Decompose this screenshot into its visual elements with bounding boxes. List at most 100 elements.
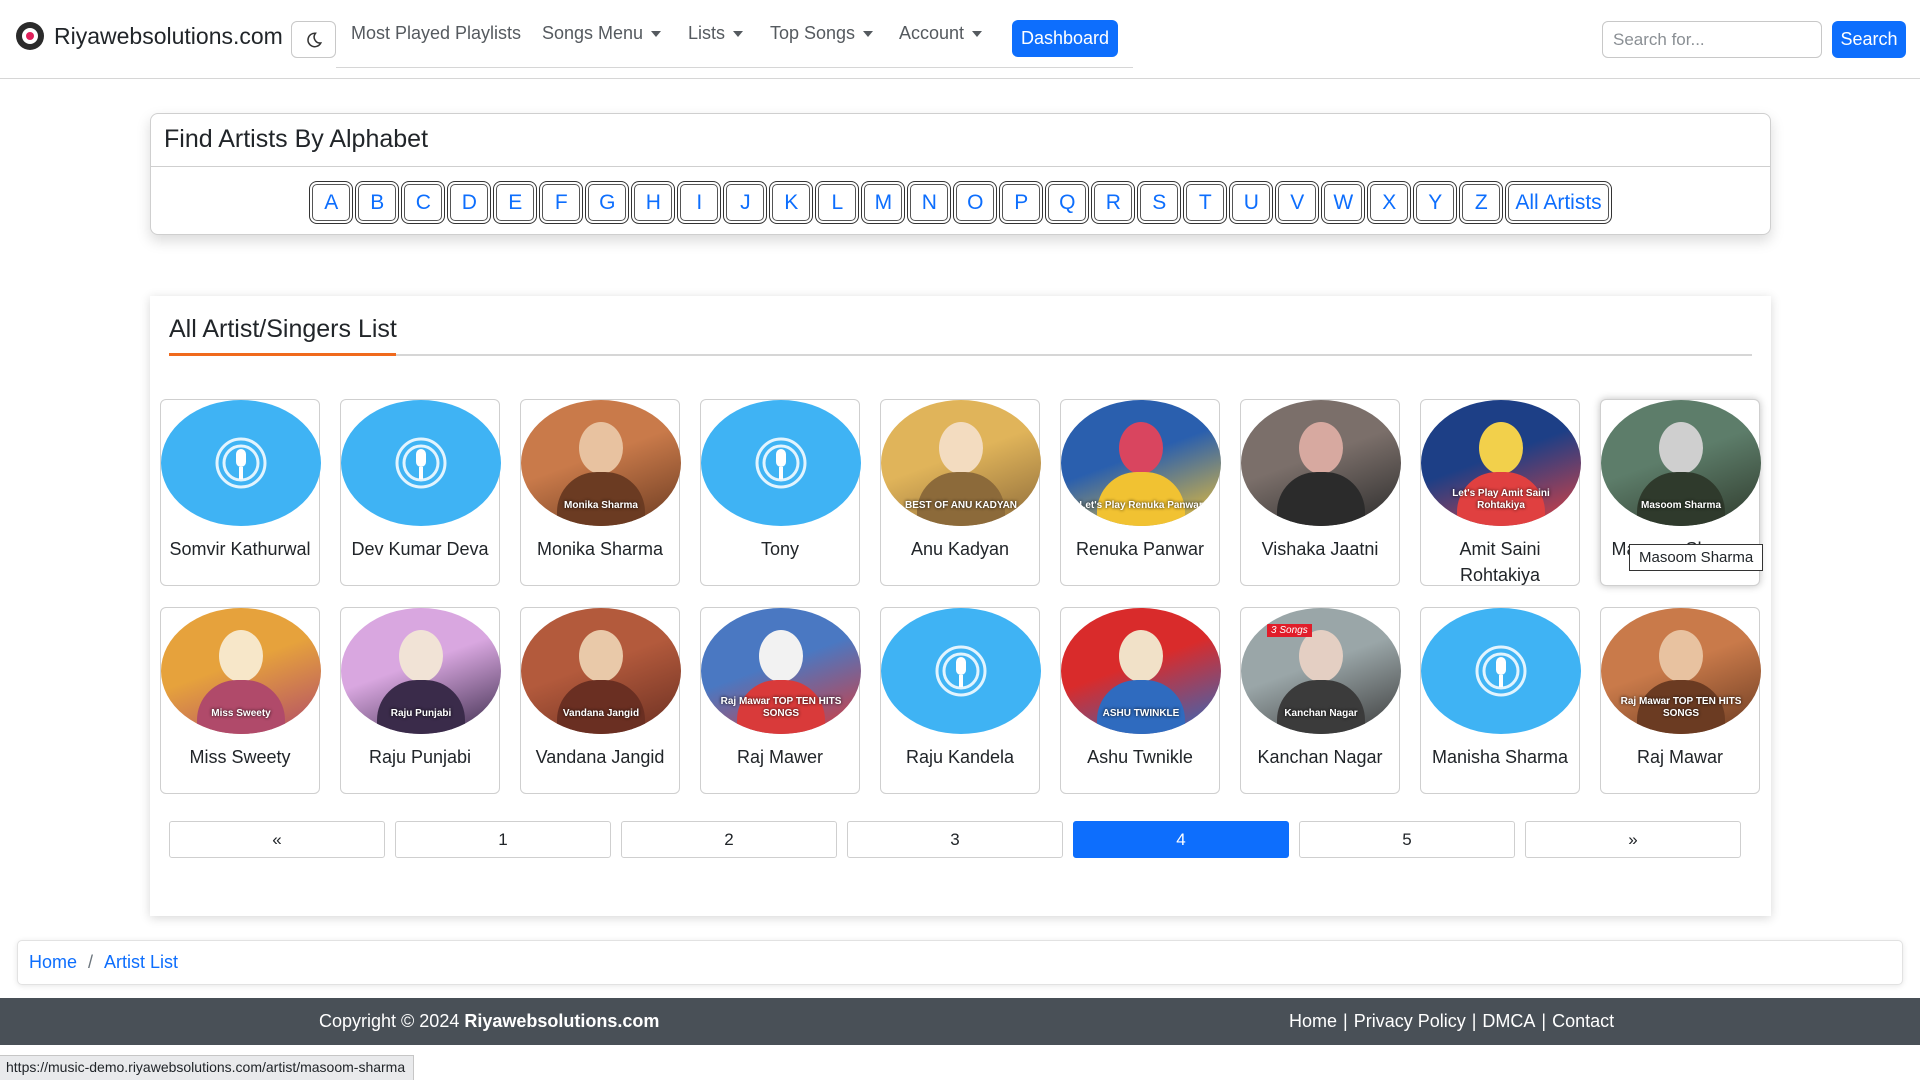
artist-card[interactable]: Miss Sweety Miss Sweety	[160, 607, 321, 794]
footer-link-home[interactable]: Home	[1289, 1011, 1337, 1032]
artist-photo: Vandana Jangid	[521, 608, 681, 734]
artist-photo: BEST OF ANU KADYAN	[881, 400, 1041, 526]
letter-button-d[interactable]: D	[450, 184, 489, 221]
page-4-button[interactable]: 4	[1073, 821, 1289, 858]
artist-card[interactable]: ASHU TWINKLE Ashu Twnikle	[1060, 607, 1221, 794]
podcast-mic-icon	[1421, 608, 1581, 734]
nav-most-played-playlists[interactable]: Most Played Playlists	[351, 23, 521, 44]
footer-separator: |	[1471, 1011, 1477, 1031]
copyright-prefix: Copyright © 2024	[319, 1011, 460, 1031]
letter-button-n[interactable]: N	[910, 184, 949, 221]
letter-button-u[interactable]: U	[1232, 184, 1271, 221]
artist-photo-caption: Kanchan Nagar	[1284, 708, 1358, 719]
page-previous-button[interactable]: «	[169, 821, 385, 858]
letter-button-g[interactable]: G	[588, 184, 627, 221]
search-button[interactable]: Search	[1832, 21, 1906, 58]
breadcrumb-home[interactable]: Home	[29, 952, 77, 973]
artist-card[interactable]: Monika Sharma Monika Sharma	[520, 399, 681, 586]
artist-card[interactable]: Masoom SharmaMasoom SharmaMasoom Sharma	[1600, 399, 1764, 586]
artist-photo-caption: ASHU TWINKLE	[1102, 708, 1180, 719]
artist-name: Raju Punjabi	[368, 747, 472, 767]
page-2-button[interactable]: 2	[621, 821, 837, 858]
nav-lists[interactable]: Lists	[688, 23, 744, 44]
letter-button-e[interactable]: E	[496, 184, 535, 221]
theme-toggle-button[interactable]	[291, 21, 336, 58]
caret-down-icon	[651, 30, 662, 37]
all-artists-button[interactable]: All Artists	[1508, 184, 1609, 221]
letter-button-j[interactable]: J	[726, 184, 765, 221]
nav-top-songs[interactable]: Top Songs	[770, 23, 874, 44]
letter-button-l[interactable]: L	[818, 184, 857, 221]
letter-button-k[interactable]: K	[772, 184, 811, 221]
artist-card[interactable]: Dev Kumar Deva	[340, 399, 501, 586]
page-next-button[interactable]: »	[1525, 821, 1741, 858]
nav-label: Songs Menu	[542, 23, 644, 43]
podcast-mic-icon	[341, 400, 501, 526]
letter-button-f[interactable]: F	[542, 184, 581, 221]
artist-photo: Miss Sweety	[161, 608, 321, 734]
footer-separator: |	[1541, 1011, 1547, 1031]
letter-button-q[interactable]: Q	[1048, 184, 1087, 221]
artist-card[interactable]: Let's Play Amit Saini Rohtakiya Amit Sain…	[1420, 399, 1581, 586]
artist-list-title: All Artist/Singers List	[169, 315, 397, 343]
artist-card[interactable]: Somvir Kathurwal	[160, 399, 321, 586]
letter-button-w[interactable]: W	[1324, 184, 1363, 221]
nav-label: Lists	[688, 23, 726, 43]
artist-card[interactable]: Kanchan Nagar 3 Songs Kanchan Nagar	[1240, 607, 1401, 794]
letter-button-a[interactable]: A	[312, 184, 351, 221]
artist-card[interactable]: Raju Punjabi Raju Punjabi	[340, 607, 501, 794]
artist-name: Dev Kumar Deva	[351, 539, 489, 559]
letter-button-y[interactable]: Y	[1416, 184, 1455, 221]
artist-card[interactable]: Let's Play Renuka Panwar Renuka Panwar	[1060, 399, 1221, 586]
letter-button-h[interactable]: H	[634, 184, 673, 221]
podcast-mic-icon	[881, 608, 1041, 734]
search-input[interactable]	[1602, 21, 1822, 58]
brand-link[interactable]: Riyawebsolutions.com	[16, 22, 283, 50]
letter-button-z[interactable]: Z	[1462, 184, 1501, 221]
page-1-button[interactable]: 1	[395, 821, 611, 858]
artist-photo: Monika Sharma	[521, 400, 681, 526]
artist-card[interactable]: BEST OF ANU KADYAN Anu Kadyan	[880, 399, 1041, 586]
artist-card[interactable]: Tony	[700, 399, 861, 586]
artist-photo: Raj Mawar TOP TEN HITS SONGS	[1601, 608, 1761, 734]
letter-button-b[interactable]: B	[358, 184, 397, 221]
dashboard-button[interactable]: Dashboard	[1012, 20, 1118, 57]
artist-photo: Kanchan Nagar 3 Songs	[1241, 608, 1401, 734]
letter-button-p[interactable]: P	[1002, 184, 1041, 221]
artist-card[interactable]: Raj Mawar TOP TEN HITS SONGS Raj Mawer	[700, 607, 861, 794]
letter-button-v[interactable]: V	[1278, 184, 1317, 221]
artist-card[interactable]: Raju Kandela	[880, 607, 1041, 794]
footer-links: Home | Privacy Policy | DMCA | Contact	[1289, 1011, 1614, 1032]
artist-card[interactable]: Vandana Jangid Vandana Jangid	[520, 607, 681, 794]
top-navbar: Riyawebsolutions.com Most Played Playlis…	[0, 0, 1920, 79]
letter-button-o[interactable]: O	[956, 184, 995, 221]
artist-photo: Raju Punjabi	[341, 608, 501, 734]
artist-card[interactable]: Raj Mawar TOP TEN HITS SONGS Raj Mawar	[1600, 607, 1761, 794]
breadcrumb-artist-list[interactable]: Artist List	[104, 952, 178, 973]
alphabet-card-title: Find Artists By Alphabet	[151, 114, 1770, 167]
footer-link-contact[interactable]: Contact	[1552, 1011, 1614, 1032]
caret-down-icon	[733, 30, 744, 37]
nav-account[interactable]: Account	[899, 23, 983, 44]
artist-name: Vishaka Jaatni	[1261, 539, 1379, 559]
artist-photo-caption: Let's Play Amit Saini Rohtakiya	[1452, 488, 1550, 511]
letter-button-r[interactable]: R	[1094, 184, 1133, 221]
footer-link-privacy[interactable]: Privacy Policy	[1354, 1011, 1466, 1032]
footer-link-dmca[interactable]: DMCA	[1482, 1011, 1535, 1032]
letter-button-s[interactable]: S	[1140, 184, 1179, 221]
artist-photo-caption: Masoom Sharma	[1640, 500, 1722, 511]
artist-card[interactable]: Vishaka Jaatni	[1240, 399, 1401, 586]
artist-photo-caption: Let's Play Renuka Panwar	[1079, 500, 1203, 511]
nav-songs-menu[interactable]: Songs Menu	[542, 23, 662, 44]
letter-button-t[interactable]: T	[1186, 184, 1225, 221]
page-5-button[interactable]: 5	[1299, 821, 1515, 858]
letter-button-m[interactable]: M	[864, 184, 903, 221]
letter-button-c[interactable]: C	[404, 184, 443, 221]
artist-name: Vandana Jangid	[535, 747, 665, 767]
page-3-button[interactable]: 3	[847, 821, 1063, 858]
letter-button-x[interactable]: X	[1370, 184, 1409, 221]
alphabet-buttons: A B C D E F G H I J K L M N O P Q R S T U V W X Y Z All Artists	[151, 184, 1770, 221]
artist-card[interactable]: Manisha Sharma	[1420, 607, 1581, 794]
letter-button-i[interactable]: I	[680, 184, 719, 221]
artist-name: Monika Sharma	[536, 539, 664, 559]
